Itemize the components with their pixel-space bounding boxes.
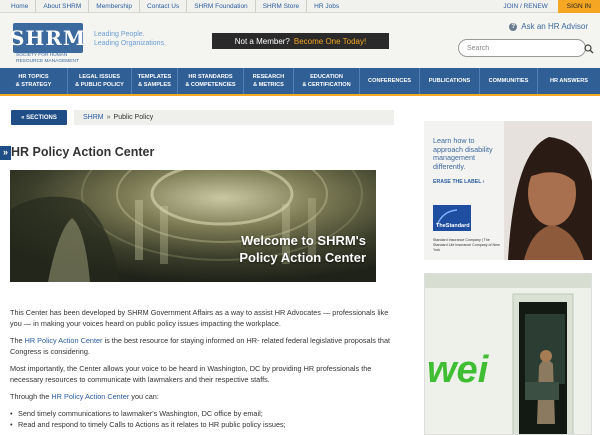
policy-center-link[interactable]: HR Policy Action Center (25, 336, 103, 345)
member-cta[interactable]: Become One Today! (294, 37, 366, 46)
sections-button[interactable]: « SECTIONS (11, 110, 67, 125)
policy-center-link-2[interactable]: HR Policy Action Center (51, 392, 129, 401)
nav-hr-topics[interactable]: HR TOPICS & STRATEGY (0, 68, 68, 94)
ad-headline: Learn how to approach disability managem… (433, 136, 493, 171)
site-header: SHRM SOCIETY FOR HUMAN RESOURCE MANAGEME… (0, 13, 600, 68)
become-member-banner[interactable]: Not a Member? Become One Today! (212, 33, 389, 49)
breadcrumb-link-shrm[interactable]: SHRM (83, 114, 104, 121)
erase-the-label-link[interactable]: ERASE THE LABEL › (433, 179, 485, 185)
article-body: This Center has been developed by SHRM G… (10, 307, 395, 430)
search-input[interactable] (467, 42, 567, 54)
question-icon: ? (509, 22, 518, 31)
nav-legal-issues[interactable]: LEGAL ISSUES & PUBLIC POLICY (68, 68, 132, 94)
join-renew-link[interactable]: JOIN / RENEW (493, 0, 557, 13)
nav-hr-standards[interactable]: HR STANDARDS & COMPETENCIES (178, 68, 244, 94)
utility-link-jobs[interactable]: HR Jobs (307, 0, 346, 13)
breadcrumb-separator: » (106, 114, 111, 121)
shrm-logo[interactable]: SHRM (9, 23, 87, 53)
through-paragraph: Through the HR Policy Action Center you … (10, 392, 159, 401)
nav-research[interactable]: RESEARCH & METRICS (244, 68, 294, 94)
page-title: HR Policy Action Center (11, 145, 155, 159)
nav-hr-answers[interactable]: HR ANSWERS (538, 68, 600, 94)
standard-insurance-ad[interactable]: Learn how to approach disability managem… (424, 121, 592, 260)
svg-text:wei: wei (427, 349, 490, 391)
utility-link-foundation[interactable]: SHRM Foundation (187, 0, 256, 13)
capabilities-list: Send timely communications to lawmaker's… (10, 408, 395, 430)
promo-image: wei (425, 274, 591, 434)
intro-paragraph: This Center has been developed by SHRM G… (10, 308, 389, 328)
utility-link-contact[interactable]: Contact Us (140, 0, 188, 13)
main-nav: HR TOPICS & STRATEGY LEGAL ISSUES & PUBLIC… (0, 68, 600, 94)
accent-strip (0, 94, 600, 96)
ad-small-print: Standard Insurance Company | The Standar… (433, 238, 500, 252)
utility-link-membership[interactable]: Membership (89, 0, 141, 13)
nav-education[interactable]: EDUCATION & CERTIFICATION (294, 68, 360, 94)
utility-link-about[interactable]: About SHRM (36, 0, 90, 13)
nav-conferences[interactable]: CONFERENCES (360, 68, 420, 94)
utility-link-home[interactable]: Home (4, 0, 37, 13)
the-standard-logo: TheStandard (433, 205, 471, 231)
hero-line-1: Welcome to SHRM's (241, 233, 366, 248)
member-prompt: Not a Member? (234, 36, 290, 46)
tagline: Leading People. Leading Organizations. (94, 30, 184, 48)
voice-paragraph: Most importantly, the Center allows your… (10, 364, 372, 384)
utility-link-store[interactable]: SHRM Store (256, 0, 308, 13)
nav-templates[interactable]: TEMPLATES & SAMPLES (132, 68, 178, 94)
hero-line-2: Policy Action Center (239, 250, 366, 265)
nav-publications[interactable]: PUBLICATIONS (420, 68, 480, 94)
hero-heading: Welcome to SHRM's Policy Action Center (239, 232, 366, 266)
sign-in-button[interactable]: SIGN IN (557, 0, 600, 13)
tagline-line-2: Leading Organizations. (94, 40, 166, 47)
side-panel-toggle[interactable]: » (0, 146, 11, 160)
resource-paragraph: The HR Policy Action Center is the best … (10, 336, 391, 356)
ask-hr-advisor-link[interactable]: ? Ask an HR Advisor (509, 22, 588, 31)
tagline-line-1: Leading People. (94, 31, 145, 38)
hero-banner: Welcome to SHRM's Policy Action Center (10, 170, 376, 282)
utility-bar: Home About SHRM Membership Contact Us SH… (0, 0, 600, 13)
logo-subtitle: SOCIETY FOR HUMAN RESOURCE MANAGEMENT (16, 53, 79, 64)
search-icon[interactable] (584, 44, 594, 54)
promo-ad[interactable]: wei (424, 273, 592, 435)
breadcrumb-current: Public Policy (113, 114, 154, 121)
advisor-label: Ask an HR Advisor (521, 22, 588, 31)
nav-communities[interactable]: COMMUNITIES (480, 68, 538, 94)
list-item: Send timely communications to lawmaker's… (10, 408, 395, 419)
utility-nav: Home About SHRM Membership Contact Us SH… (4, 0, 346, 13)
list-item: Read and respond to timely Calls to Acti… (10, 419, 395, 430)
logo-text: SHRM (9, 26, 87, 50)
search-box (458, 39, 594, 57)
breadcrumb: SHRM » Public Policy (74, 110, 394, 125)
svg-text:TheStandard: TheStandard (436, 223, 470, 229)
